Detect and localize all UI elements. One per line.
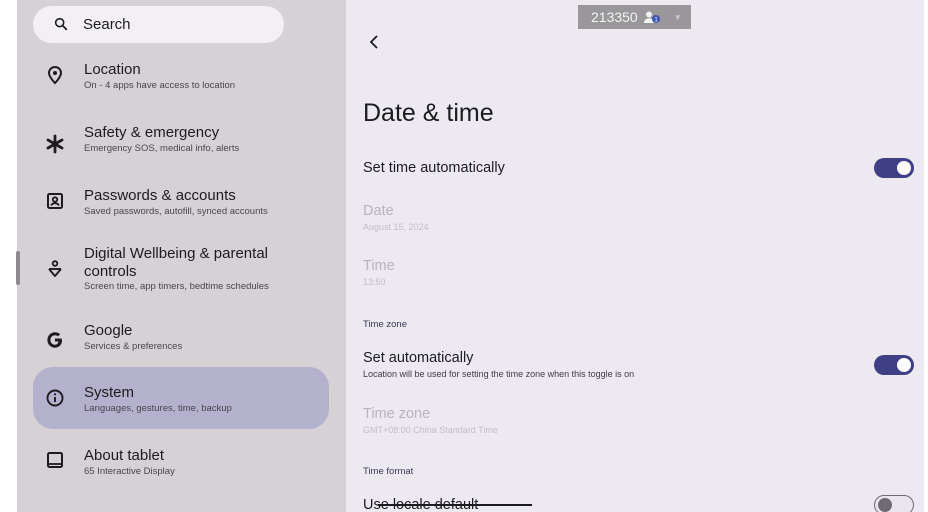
- location-pin-icon: [47, 65, 63, 85]
- nav-title-about-tablet: About tablet: [84, 447, 165, 464]
- nav-subtitle-digital-wellbeing: Screen time, app timers, bedtime schedul…: [84, 281, 269, 292]
- google-g-icon: [47, 332, 62, 348]
- set-time-automatically-label[interactable]: Set time automatically: [363, 160, 505, 176]
- nav-subtitle-passwords: Saved passwords, autofill, synced accoun…: [84, 206, 268, 217]
- date-time-detail-pane: Date & time Set time automatically Date …: [346, 0, 924, 512]
- nav-subtitle-about-tablet: 65 Interactive Display: [84, 466, 175, 477]
- svg-text:1: 1: [654, 17, 658, 24]
- nav-item-location[interactable]: Location On - 4 apps have access to loca…: [33, 57, 329, 105]
- nav-item-google[interactable]: Google Services & preferences: [33, 318, 329, 366]
- back-arrow-icon[interactable]: [362, 30, 386, 54]
- nav-subtitle-system: Languages, gestures, time, backup: [84, 403, 232, 414]
- use-locale-default-toggle[interactable]: [874, 495, 914, 512]
- set-tz-automatically-subtitle: Location will be used for setting the ti…: [363, 369, 635, 379]
- tablet-icon: [47, 452, 63, 468]
- set-time-automatically-toggle[interactable]: [874, 158, 914, 178]
- nav-subtitle-google: Services & preferences: [84, 341, 183, 352]
- page-title: Date & time: [363, 99, 494, 127]
- search-bar[interactable]: Search: [33, 6, 284, 43]
- info-icon: [46, 389, 64, 407]
- search-icon: [54, 17, 68, 31]
- user-count-icon: 1: [643, 11, 660, 24]
- nav-title-google: Google: [84, 322, 133, 339]
- nav-item-passwords[interactable]: Passwords & accounts Saved passwords, au…: [33, 183, 329, 231]
- time-zone-label: Time zone: [363, 406, 431, 422]
- date-label: Date: [363, 203, 394, 219]
- nav-title-passwords: Passwords & accounts: [84, 187, 236, 204]
- nav-title-location: Location: [84, 61, 141, 78]
- set-tz-automatically-toggle[interactable]: [874, 355, 914, 375]
- date-value: August 15, 2024: [363, 222, 429, 232]
- wellbeing-icon: [48, 260, 62, 277]
- account-box-icon: [47, 193, 63, 209]
- time-label: Time: [363, 258, 395, 274]
- nav-item-system[interactable]: System Languages, gestures, time, backup: [33, 367, 329, 429]
- nav-title-safety: Safety & emergency: [84, 124, 220, 141]
- time-value: 13:50: [363, 277, 386, 287]
- chevron-down-icon: ▼: [673, 12, 682, 22]
- nav-title-digital-wellbeing-line2: controls: [84, 263, 137, 280]
- nav-subtitle-safety: Emergency SOS, medical info, alerts: [84, 143, 240, 154]
- time-zone-value: GMT+08:00 China Standard Time: [363, 425, 498, 435]
- session-id-text: 213350: [591, 9, 638, 25]
- time-zone-section-header: Time zone: [363, 319, 407, 330]
- gesture-line: [378, 504, 532, 506]
- time-format-section-header: Time format: [363, 466, 414, 477]
- nav-item-about-tablet[interactable]: About tablet 65 Interactive Display: [33, 444, 329, 492]
- nav-item-digital-wellbeing[interactable]: Digital Wellbeing & parental controls Sc…: [33, 242, 329, 298]
- nav-title-digital-wellbeing: Digital Wellbeing & parental: [84, 245, 268, 262]
- search-label: Search: [83, 16, 131, 33]
- settings-nav-pane: Search Location On - 4 apps have access …: [17, 0, 346, 512]
- nav-subtitle-location: On - 4 apps have access to location: [84, 80, 236, 91]
- nav-title-system: System: [84, 384, 135, 401]
- nav-item-safety[interactable]: Safety & emergency Emergency SOS, medica…: [33, 120, 329, 168]
- set-tz-automatically-label[interactable]: Set automatically: [363, 350, 473, 366]
- asterisk-icon: [46, 134, 64, 154]
- session-id-badge[interactable]: 213350 1 ▼: [578, 5, 691, 29]
- left-edge-handle[interactable]: [16, 251, 20, 285]
